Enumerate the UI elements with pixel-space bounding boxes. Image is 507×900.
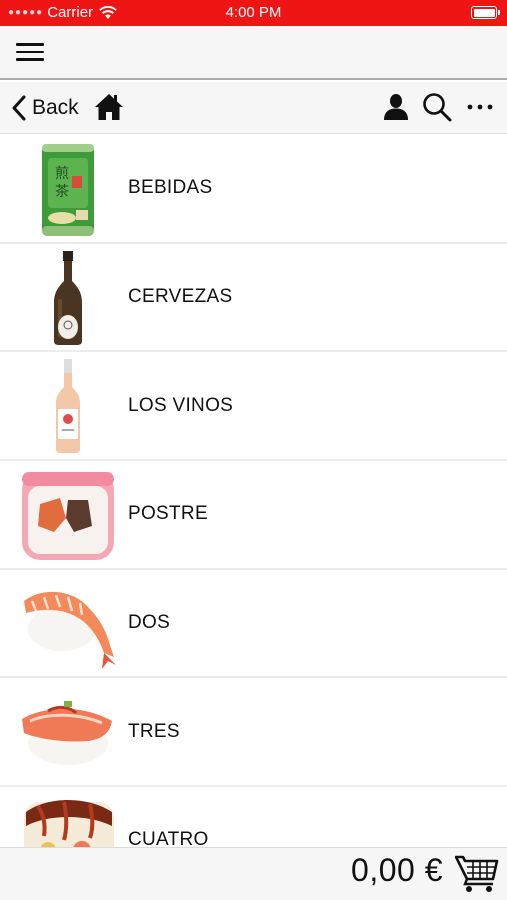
list-item-postre[interactable]: POSTRE	[0, 461, 507, 570]
svg-text:茶: 茶	[55, 184, 69, 200]
category-list: 煎 茶 BEBIDAS CERVEZAS LOS VINOS POSTRE DO…	[0, 135, 507, 847]
status-bar: ●●●●● Carrier 4:00 PM	[0, 0, 507, 26]
pink-sushi-roll-image	[22, 472, 114, 561]
hamburger-menu-icon[interactable]	[16, 43, 44, 63]
app-screen: ●●●●● Carrier 4:00 PM Back 煎 茶 BEBIDAS C…	[0, 0, 507, 900]
chevron-left-icon	[12, 95, 26, 121]
category-label: BEBIDAS	[128, 177, 213, 199]
more-options-icon[interactable]	[466, 96, 494, 118]
list-item-tres[interactable]: TRES	[0, 678, 507, 788]
list-item-cuatro[interactable]: CUATRO	[0, 787, 507, 847]
category-label: DOS	[128, 612, 171, 634]
shopping-cart-icon[interactable]	[455, 853, 499, 893]
cart-total: 0,00 €	[351, 852, 443, 888]
list-item-cervezas[interactable]: CERVEZAS	[0, 243, 507, 353]
category-label: POSTRE	[128, 503, 208, 525]
navigation-bar: Back	[0, 82, 507, 134]
battery-icon	[471, 6, 500, 19]
category-label: CUATRO	[128, 829, 209, 847]
user-icon[interactable]	[382, 93, 410, 121]
beer-bottle-image	[54, 250, 82, 345]
category-label: CERVEZAS	[128, 286, 233, 308]
list-item-bebidas[interactable]: 煎 茶 BEBIDAS	[0, 135, 507, 244]
back-button[interactable]: Back	[10, 93, 79, 123]
menu-bar	[0, 26, 507, 80]
home-icon[interactable]	[94, 92, 124, 122]
list-item-dos[interactable]: DOS	[0, 569, 507, 679]
bottom-bar: 0,00 €	[0, 847, 507, 900]
sushi-rolls-image	[24, 800, 114, 847]
status-time: 4:00 PM	[225, 4, 282, 21]
shrimp-nigiri-image	[24, 591, 116, 669]
category-label: LOS VINOS	[128, 394, 234, 416]
rose-wine-bottle-image	[56, 359, 80, 454]
svg-text:煎: 煎	[55, 166, 69, 182]
list-item-los-vinos[interactable]: LOS VINOS	[0, 352, 507, 462]
salmon-nigiri-image	[22, 701, 112, 766]
category-label: TRES	[128, 720, 180, 742]
green-tea-can-image: 煎 茶	[42, 144, 94, 236]
search-icon[interactable]	[422, 92, 452, 122]
back-label: Back	[32, 96, 79, 119]
